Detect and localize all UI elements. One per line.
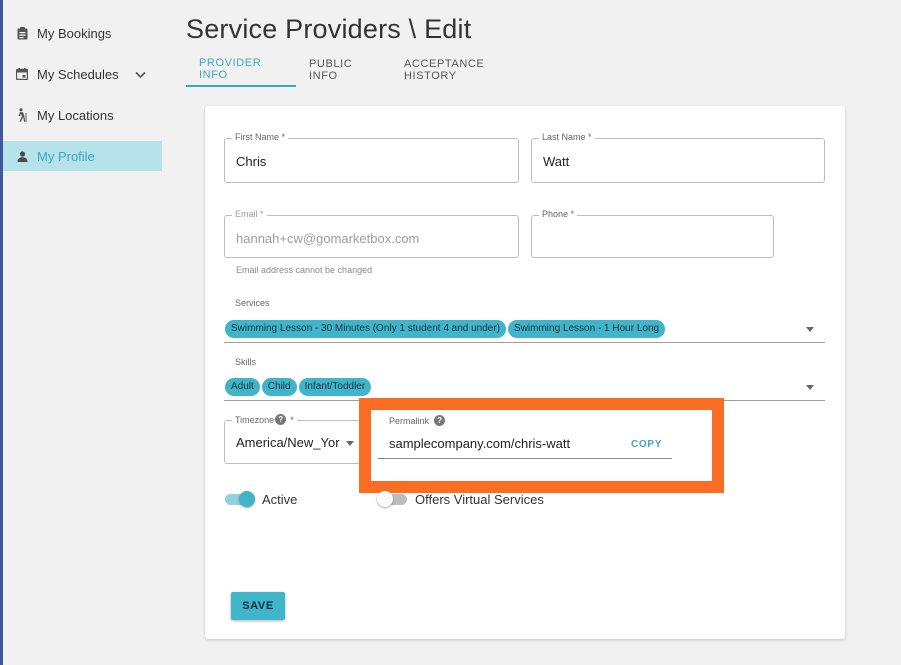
- sidebar-item-my-schedules[interactable]: My Schedules: [3, 59, 162, 89]
- sidebar: My Bookings My Schedules My Locations My…: [3, 18, 162, 182]
- skills-select[interactable]: Adult Child Infant/Toddler: [225, 378, 373, 396]
- skill-chip[interactable]: Adult: [225, 378, 260, 396]
- skills-dropdown-arrow-icon[interactable]: [806, 385, 814, 390]
- sidebar-item-my-profile[interactable]: My Profile: [3, 141, 162, 171]
- clipboard-icon: [15, 26, 29, 40]
- services-dropdown-arrow-icon[interactable]: [806, 327, 814, 332]
- first-name-label: First Name *: [232, 132, 289, 143]
- sidebar-item-label: My Profile: [37, 148, 95, 164]
- service-chip[interactable]: Swimming Lesson - 1 Hour Long: [508, 320, 666, 338]
- skill-chip[interactable]: Child: [261, 378, 297, 396]
- timezone-label: Timezone ? *: [232, 414, 297, 425]
- last-name-value: Watt: [543, 154, 570, 169]
- active-toggle[interactable]: [225, 491, 255, 507]
- provider-info-card: [205, 106, 845, 639]
- phone-field[interactable]: Phone *: [531, 209, 774, 258]
- calendar-icon: [15, 67, 29, 81]
- tab-public-info[interactable]: PUBLIC INFO: [296, 52, 391, 87]
- services-select[interactable]: Swimming Lesson - 30 Minutes (Only 1 stu…: [225, 320, 667, 338]
- last-name-field[interactable]: Last Name * Watt: [531, 132, 825, 183]
- skills-label: Skills: [235, 357, 257, 367]
- tab-bar: PROVIDER INFO PUBLIC INFO ACCEPTANCE HIS…: [186, 52, 535, 87]
- person-icon: [15, 149, 29, 163]
- save-button[interactable]: SAVE: [231, 592, 285, 620]
- permalink-label: Permalink ?: [389, 415, 446, 426]
- copy-permalink-button[interactable]: COPY: [631, 439, 662, 450]
- virtual-toggle-knob: [377, 491, 393, 507]
- virtual-services-label: Offers Virtual Services: [415, 492, 544, 507]
- tab-provider-info[interactable]: PROVIDER INFO: [186, 52, 296, 87]
- timezone-value: America/New_Yor: [236, 435, 340, 450]
- email-field: Email * hannah+cw@gomarketbox.com: [224, 209, 519, 258]
- sidebar-item-my-bookings[interactable]: My Bookings: [3, 18, 162, 48]
- active-toggle-knob: [239, 491, 255, 507]
- sidebar-item-label: My Bookings: [37, 25, 112, 41]
- timezone-dropdown-arrow-icon[interactable]: [346, 441, 354, 446]
- walking-person-icon: [15, 108, 29, 122]
- email-value: hannah+cw@gomarketbox.com: [236, 231, 420, 246]
- services-underline: [224, 342, 825, 343]
- tab-acceptance-history[interactable]: ACCEPTANCE HISTORY: [391, 52, 535, 87]
- email-helper-text: Email address cannot be changed: [236, 265, 373, 275]
- sidebar-item-my-locations[interactable]: My Locations: [3, 100, 162, 130]
- last-name-label: Last Name *: [539, 132, 595, 143]
- permalink-underline: [378, 458, 672, 459]
- sidebar-item-label: My Locations: [37, 107, 114, 123]
- email-label: Email *: [232, 209, 267, 220]
- permalink-value[interactable]: samplecompany.com/chris-watt: [389, 436, 570, 451]
- chevron-down-icon[interactable]: [135, 67, 146, 82]
- services-label: Services: [235, 298, 270, 308]
- active-toggle-label: Active: [262, 492, 298, 507]
- virtual-services-toggle[interactable]: [377, 491, 407, 507]
- help-icon[interactable]: ?: [275, 414, 287, 425]
- phone-label: Phone *: [539, 209, 578, 220]
- help-icon[interactable]: ?: [434, 415, 446, 426]
- timezone-select[interactable]: America/New_Yor: [224, 420, 364, 464]
- skill-chip[interactable]: Infant/Toddler: [298, 378, 372, 396]
- sidebar-item-label: My Schedules: [37, 66, 119, 82]
- service-chip[interactable]: Swimming Lesson - 30 Minutes (Only 1 stu…: [225, 320, 507, 338]
- first-name-value: Chris: [236, 154, 267, 169]
- first-name-field[interactable]: First Name * Chris: [224, 132, 519, 183]
- page-title: Service Providers \ Edit: [186, 14, 472, 44]
